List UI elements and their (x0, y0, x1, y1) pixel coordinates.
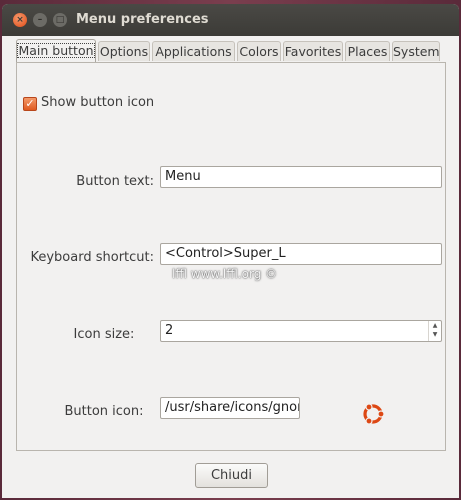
icon-size-spinner[interactable]: 2 ▲ ▼ (160, 320, 442, 342)
close-window-icon[interactable]: × (13, 13, 27, 27)
maximize-window-icon[interactable]: □ (53, 13, 67, 27)
watermark-text: lffl www.lffl.org © (172, 267, 278, 281)
button-text-label: Button text: (76, 174, 154, 189)
window-title: Menu preferences (76, 12, 209, 27)
tab-colors[interactable]: Colors (237, 41, 281, 61)
ubuntu-logo-icon[interactable] (359, 400, 387, 428)
tab-main-button[interactable]: Main button (16, 39, 96, 63)
close-button[interactable]: Chiudi (195, 463, 268, 488)
icon-size-value: 2 (165, 323, 174, 338)
tab-applications[interactable]: Applications (152, 41, 235, 61)
keyboard-shortcut-input[interactable]: <Control>Super_L (160, 243, 442, 265)
tab-favorites[interactable]: Favorites (283, 41, 343, 61)
keyboard-shortcut-label: Keyboard shortcut: (30, 250, 154, 265)
show-icon-checkbox[interactable]: ✓ (23, 97, 37, 111)
button-icon-label: Button icon: (64, 404, 144, 419)
icon-size-label: Icon size: (73, 327, 135, 342)
preferences-window: × – □ Menu preferences Main button Optio… (2, 4, 459, 498)
button-text-input[interactable]: Menu (160, 166, 442, 188)
tab-options[interactable]: Options (98, 41, 150, 61)
button-icon-path-input[interactable]: /usr/share/icons/gnom (160, 397, 300, 419)
title-bar[interactable]: × – □ Menu preferences (2, 4, 459, 36)
tab-system[interactable]: System (392, 41, 440, 61)
spin-arrows-icon[interactable]: ▲ ▼ (428, 321, 441, 341)
show-icon-label[interactable]: Show button icon (41, 95, 154, 110)
tab-places[interactable]: Places (345, 41, 390, 61)
minimize-window-icon[interactable]: – (33, 13, 47, 27)
